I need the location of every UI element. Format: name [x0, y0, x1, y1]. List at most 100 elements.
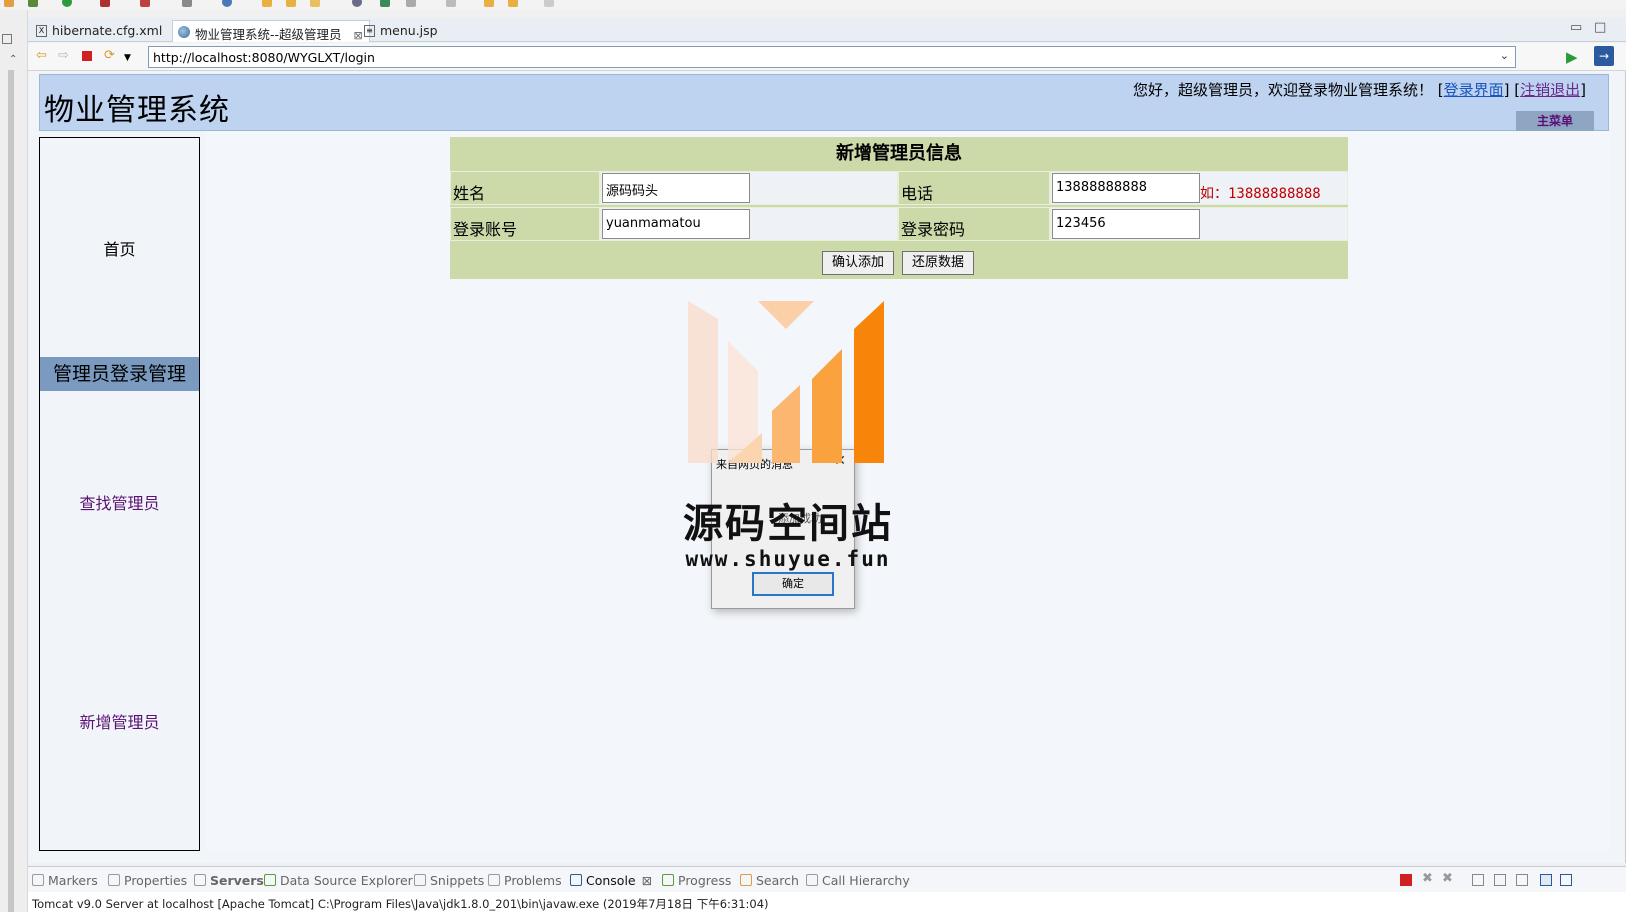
tab-call-hierarchy[interactable]: Call Hierarchy	[806, 873, 910, 888]
forward-arrow-icon[interactable]: ⇨	[58, 49, 69, 63]
view-tab-label: Progress	[678, 873, 732, 888]
watermark-url: www.shuyue.fun	[685, 547, 891, 571]
console-icon	[570, 874, 582, 886]
search-icon	[740, 874, 752, 886]
stop-icon[interactable]	[82, 51, 92, 61]
site-header: 物业管理系统 您好，超级管理员，欢迎登录物业管理系统！ [登录界面] [注销退出…	[39, 74, 1609, 132]
reset-data-button[interactable]: 还原数据	[902, 251, 974, 275]
view-tab-label: Data Source Explorer	[280, 873, 413, 888]
console-action-icon[interactable]	[1472, 874, 1484, 886]
toolbar-icon[interactable]	[380, 0, 390, 7]
toolbar-icon[interactable]	[446, 0, 456, 7]
view-tab-label: Search	[756, 873, 799, 888]
toolbar-icon[interactable]	[140, 0, 150, 7]
sidebar-menu: 首页 管理员登录管理 查找管理员 新增管理员	[39, 137, 200, 851]
toolbar-icon[interactable]	[182, 0, 192, 7]
remove-launch-icon[interactable]: ✖	[1422, 871, 1434, 886]
password-label: 登录密码	[898, 207, 1050, 241]
account-input[interactable]: yuanmamatou	[602, 209, 750, 239]
tab-problems[interactable]: Problems	[488, 873, 562, 888]
globe-icon	[178, 26, 190, 38]
properties-icon	[108, 874, 120, 886]
logo-bar	[772, 385, 800, 463]
tab-data-source-explorer[interactable]: Data Source Explorer	[264, 873, 413, 888]
console-output: Tomcat v9.0 Server at localhost [Apache …	[28, 892, 1626, 912]
greeting-bar: 您好，超级管理员，欢迎登录物业管理系统！ [登录界面] [注销退出]	[1133, 79, 1586, 100]
sidebar-item-add-admin[interactable]: 新增管理员	[40, 709, 199, 733]
tab-progress[interactable]: Progress	[662, 873, 731, 888]
back-arrow-icon[interactable]: ⇦	[36, 49, 47, 63]
tab-servers[interactable]: Servers	[194, 873, 264, 888]
refresh-icon[interactable]: ⟳	[104, 49, 115, 63]
call-hierarchy-icon	[806, 874, 818, 886]
bracket: ]	[1580, 81, 1586, 99]
console-action-icon[interactable]	[1494, 874, 1506, 886]
logo-triangle	[758, 301, 814, 329]
markers-icon	[32, 874, 44, 886]
tab-snippets[interactable]: Snippets	[414, 873, 484, 888]
url-dropdown-icon[interactable]: ⌄	[1500, 49, 1509, 62]
tab-browser-page[interactable]: 物业管理系统--超级管理员 ⊠	[172, 20, 370, 42]
history-dropdown-icon[interactable]: ▼	[124, 51, 131, 65]
folder-icon[interactable]	[286, 0, 296, 7]
snippets-icon	[414, 874, 426, 886]
jsp-file-icon: ≡	[364, 25, 375, 37]
forward-nav-icon[interactable]	[508, 0, 518, 7]
url-text: http://localhost:8080/WYGLXT/login	[153, 50, 375, 65]
add-admin-form: 新增管理员信息 姓名 源码码头 电话 13888888888 如：1388888…	[450, 137, 1348, 279]
progress-icon	[662, 874, 674, 886]
minimize-icon[interactable]: ▭	[1570, 20, 1582, 35]
watermark-logo	[688, 301, 884, 463]
toolbar-icon[interactable]	[310, 0, 320, 7]
logo-bar	[854, 301, 884, 463]
toolbar-icon[interactable]	[406, 0, 416, 7]
phone-input[interactable]: 13888888888	[1052, 173, 1200, 203]
tab-console[interactable]: Console ⊠	[570, 873, 652, 888]
xml-file-icon: X	[36, 25, 47, 37]
tab-label: 物业管理系统--超级管理员	[195, 27, 342, 42]
display-console-icon[interactable]	[1540, 874, 1552, 886]
folder-icon[interactable]	[262, 0, 272, 7]
tab-search[interactable]: Search	[740, 873, 799, 888]
sidebar-section-admin-login[interactable]: 管理员登录管理	[40, 357, 199, 391]
logo-bar	[688, 301, 718, 463]
url-input[interactable]: http://localhost:8080/WYGLXT/login ⌄	[148, 46, 1516, 68]
logout-link[interactable]: 注销退出	[1520, 81, 1580, 99]
sidebar-item-find-admin[interactable]: 查找管理员	[40, 490, 199, 514]
toolbar-icon[interactable]	[28, 0, 38, 7]
servers-icon	[194, 874, 206, 886]
tab-properties[interactable]: Properties	[108, 873, 187, 888]
tab-menu-jsp[interactable]: ≡ menu.jsp	[358, 20, 444, 42]
toolbar-icon[interactable]	[544, 0, 554, 7]
toolbar-icon[interactable]	[222, 0, 232, 7]
greeting-text: 您好，超级管理员，欢迎登录物业管理系统！	[1132, 81, 1433, 99]
sidebar-item-home[interactable]: 首页	[40, 236, 199, 260]
restore-icon[interactable]	[2, 34, 12, 44]
run-icon[interactable]	[62, 0, 72, 7]
open-console-icon[interactable]	[1560, 874, 1572, 886]
back-nav-icon[interactable]	[484, 0, 494, 7]
go-icon[interactable]: ▶	[1566, 48, 1578, 66]
main-menu-button[interactable]: 主菜单	[1516, 111, 1594, 132]
login-page-link[interactable]: 登录界面	[1444, 81, 1504, 99]
tab-close-icon[interactable]: ⊠	[642, 873, 652, 888]
maximize-icon[interactable]: □	[1594, 20, 1606, 35]
toolbar-icon[interactable]	[100, 0, 110, 7]
tab-markers[interactable]: Markers	[32, 873, 98, 888]
toolbar-icon[interactable]	[352, 0, 362, 7]
name-input[interactable]: 源码码头	[602, 173, 750, 203]
watermark-title: 源码空间站	[683, 501, 893, 547]
tab-hibernate-cfg[interactable]: X hibernate.cfg.xml	[30, 20, 168, 42]
view-tab-label: Markers	[48, 873, 98, 888]
left-scrollbar[interactable]	[8, 70, 14, 912]
view-tab-label: Problems	[504, 873, 562, 888]
terminate-icon[interactable]	[1400, 874, 1412, 886]
toolbar-icon[interactable]	[4, 0, 14, 7]
confirm-add-button[interactable]: 确认添加	[822, 251, 894, 275]
password-input[interactable]: 123456	[1052, 209, 1200, 239]
console-action-icon[interactable]	[1516, 874, 1528, 886]
remove-all-icon[interactable]: ✖	[1442, 871, 1454, 886]
external-browser-icon[interactable]: →	[1594, 46, 1614, 66]
dialog-ok-button[interactable]: 确定	[752, 572, 834, 596]
scroll-up-icon[interactable]: ⌃	[9, 54, 17, 65]
